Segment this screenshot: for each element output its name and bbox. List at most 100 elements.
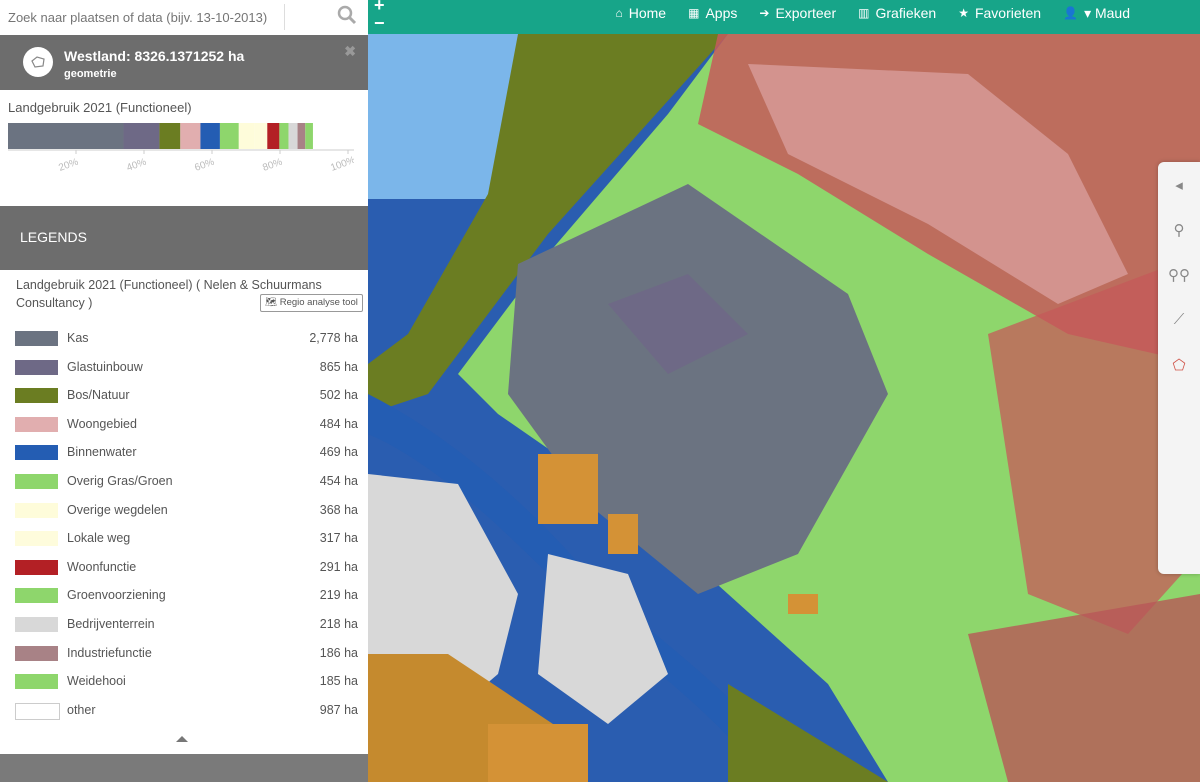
bar-segment[interactable] [312,123,354,149]
top-bar: ⌂ Home ▦ Apps ➔ Exporteer ▥ Grafieken ★ Favor… [368,0,1200,34]
legend-item-label: Groenvoorziening [67,588,166,603]
collapse-up-icon[interactable] [176,736,188,742]
nav-home[interactable]: ⌂ Home [616,5,667,21]
legend-item: Lokale weg 317 ha [0,524,368,553]
legend-header-label: LEGENDS [20,229,87,245]
bar-segment[interactable] [279,123,289,149]
legend-item-label: Woongebied [67,416,137,431]
legend-item-value: 368 ha [319,502,358,517]
x-tick-label: 100% [329,155,354,174]
legend-swatch [15,416,58,432]
star-icon: ★ [958,6,969,20]
legend-swatch [15,331,58,346]
legend-item-label: Industriefunctie [67,645,152,660]
legend-item: Bos/Natuur 502 ha [0,381,368,410]
legend-item-value: 218 ha [319,616,358,631]
nav-apps[interactable]: ▦ Apps [688,5,737,21]
chart-icon: ▥ [858,6,870,20]
legend-item-label: Kas [67,331,89,345]
legend-item-value: 186 ha [319,645,358,660]
legend-item: Binnenwater 469 ha [0,438,368,467]
bar-segment[interactable] [8,123,124,149]
legend-item-label: Weidehooi [67,674,126,689]
nav-export-label: Exporteer [775,5,837,21]
x-tick-label: 20% [57,157,80,174]
legend-item-label: Lokale weg [67,531,131,546]
geometry-icon [23,47,53,77]
search-input[interactable] [6,2,286,32]
zoom-out-button[interactable]: − [374,14,385,32]
zoom-controls: + − [374,0,385,32]
legend-item-label: Overige wegdelen [67,502,168,517]
bar-segment[interactable] [254,123,268,149]
polygon-icon[interactable]: ⬠ [1158,342,1200,387]
zoom-in-button[interactable]: + [374,0,385,14]
legend-item: Bedrijventerrein 218 ha [0,610,368,639]
bar-segment[interactable] [238,123,255,149]
export-icon: ➔ [759,6,770,20]
bar-segment[interactable] [180,123,201,149]
legend-item-value: 865 ha [319,359,358,374]
close-icon[interactable]: ✖ [344,43,356,60]
grid-icon: ▦ [688,6,700,20]
nav-charts-label: Grafieken [875,5,937,21]
legend-item: Glastuinbouw 865 ha [0,353,368,382]
land-use-map [368,34,1200,782]
marker-icon[interactable]: ⚲ [1158,207,1200,252]
chart-title: Landgebruik 2021 (Functioneel) [8,100,192,115]
collapse-left-icon[interactable]: ◂ [1158,162,1200,207]
bar-segment[interactable] [159,123,181,149]
legend-item-value: 454 ha [319,473,358,488]
x-tick-label: 80% [261,157,284,174]
legend-item-label: Overig Gras/Groen [67,473,173,488]
map-icon: 🗺 [265,297,278,308]
x-tick-label: 40% [125,157,148,174]
bar-segment[interactable] [219,123,239,149]
legend-list: Kas 2,778 ha Glastuinbouw 865 ha Bos/Natuur 5… [0,324,368,724]
legend-item-label: Glastuinbouw [67,359,143,374]
bar-segment[interactable] [123,123,160,149]
nav-home-label: Home [628,5,667,21]
legend-item: other 987 ha [0,696,368,725]
legend-item-value: 2,778 ha [309,331,358,345]
regio-analyse-tool-label: Regio analyse tool [279,297,358,308]
legend-item-value: 317 ha [319,531,358,546]
bar-segment[interactable] [297,123,306,149]
line-icon[interactable]: ⟋ [1158,297,1200,342]
legend-header: LEGENDS [0,206,368,270]
legend-swatch [15,645,58,661]
legend-swatch [15,616,58,632]
legend-item: Overige wegdelen 368 ha [0,496,368,525]
left-panel: Westland: 8326.1371252 ha geometrie ✖ La… [0,0,368,782]
x-tick-label: 60% [193,157,216,174]
legend-swatch [15,559,58,575]
nav-export[interactable]: ➔ Exporteer [759,5,836,21]
bar-segment[interactable] [305,123,313,149]
nav-user[interactable]: 👤 ▾ Maud [1063,5,1130,22]
nav-charts[interactable]: ▥ Grafieken [858,5,936,21]
bar-segment[interactable] [200,123,220,149]
geometry-title: Westland: 8326.1371252 ha [64,48,245,64]
search-icon[interactable] [336,3,358,27]
legend-swatch [15,445,58,461]
legend-item-label: other [67,702,96,717]
bar-segment[interactable] [267,123,280,149]
stacked-bar-chart: 20% 40% 60% 80% 100% [8,123,354,174]
legend-swatch [15,588,58,604]
nav-favorites[interactable]: ★ Favorieten [958,5,1041,21]
map-tools-panel: ◂ ⚲ ⚲⚲ ⟋ ⬠ [1158,162,1200,574]
main-nav: ⌂ Home ▦ Apps ➔ Exporteer ▥ Grafieken ★ Favor… [616,0,1131,26]
regio-analyse-tool-button[interactable]: 🗺 Regio analyse tool [260,294,363,312]
legend-item: Overig Gras/Groen 454 ha [0,467,368,496]
bar-segment[interactable] [288,123,298,149]
legend-item-value: 502 ha [319,388,358,403]
stacked-bar-svg: 20% 40% 60% 80% 100% [8,123,354,174]
legend-swatch [15,674,58,690]
home-icon: ⌂ [615,6,623,20]
nav-user-label: ▾ Maud [1084,4,1130,21]
legend-item-value: 291 ha [319,559,358,574]
multi-marker-icon[interactable]: ⚲⚲ [1158,252,1200,297]
map-view[interactable]: ◂ ⚲ ⚲⚲ ⟋ ⬠ [368,34,1200,782]
legend-item: Woongebied 484 ha [0,410,368,439]
legend-swatch [15,388,58,404]
